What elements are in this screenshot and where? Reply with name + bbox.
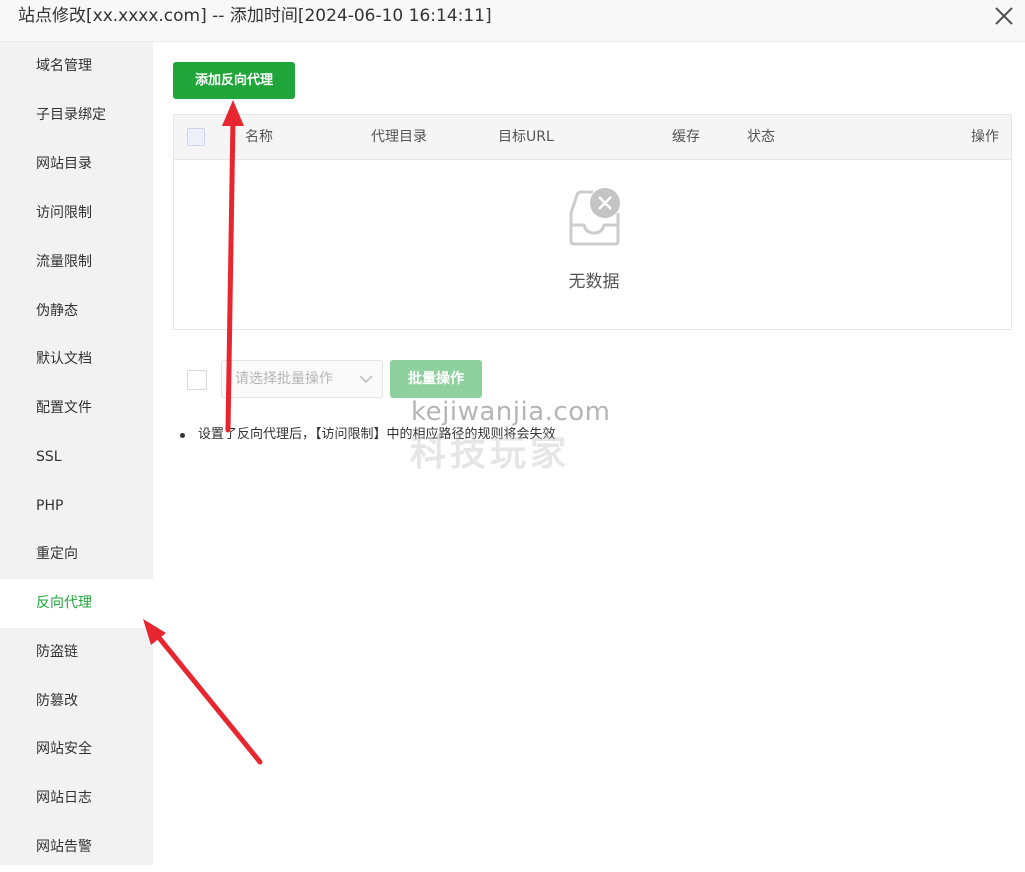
column-header-target-url[interactable]: 目标URL — [498, 115, 554, 160]
sidebar-item-reverse-proxy[interactable]: 反向代理 — [0, 579, 153, 628]
sidebar-item-tamper-proof[interactable]: 防篡改 — [0, 677, 153, 726]
sidebar-item-access-limit[interactable]: 访问限制 — [0, 189, 153, 238]
batch-operation-placeholder: 请选择批量操作 — [235, 371, 333, 387]
sidebar-item-redirect[interactable]: 重定向 — [0, 530, 153, 579]
select-all-checkbox[interactable] — [187, 128, 205, 146]
column-header-status[interactable]: 状态 — [747, 115, 775, 160]
dialog-title: 站点修改[xx.xxxx.com] -- 添加时间[2024-06-10 16:… — [18, 6, 492, 26]
chevron-down-icon — [359, 375, 373, 384]
column-header-proxy-dir[interactable]: 代理目录 — [371, 115, 427, 160]
batch-select-checkbox[interactable] — [187, 370, 207, 390]
close-icon — [995, 7, 1013, 25]
sidebar-item-rewrite[interactable]: 伪静态 — [0, 287, 153, 336]
sidebar-item-default-doc[interactable]: 默认文档 — [0, 335, 153, 384]
sidebar-item-domain[interactable]: 域名管理 — [0, 42, 153, 91]
sidebar-item-ssl[interactable]: SSL — [0, 433, 153, 482]
sidebar-item-hotlink[interactable]: 防盗链 — [0, 628, 153, 677]
sidebar-item-site-security[interactable]: 网站安全 — [0, 725, 153, 774]
sidebar-item-site-directory[interactable]: 网站目录 — [0, 140, 153, 189]
annotation-arrow-diagonal — [143, 619, 263, 765]
proxy-table: 名称 代理目录 目标URL 缓存 状态 操作 无数据 — [173, 114, 1012, 330]
sidebar-item-traffic-limit[interactable]: 流量限制 — [0, 238, 153, 287]
watermark-name: 科技玩家 — [410, 433, 571, 474]
sidebar-item-config-file[interactable]: 配置文件 — [0, 384, 153, 433]
note-bullet — [180, 433, 185, 438]
settings-sidebar: 域名管理 子目录绑定 网站目录 访问限制 流量限制 伪静态 默认文档 配置文件 … — [0, 42, 153, 865]
table-header: 名称 代理目录 目标URL 缓存 状态 操作 — [174, 115, 1011, 160]
empty-state-text: 无数据 — [568, 272, 620, 292]
add-reverse-proxy-button[interactable]: 添加反向代理 — [173, 62, 295, 99]
close-button[interactable] — [992, 4, 1016, 28]
sidebar-item-php[interactable]: PHP — [0, 482, 153, 531]
empty-inbox-icon — [569, 188, 620, 246]
dialog-titlebar: 站点修改[xx.xxxx.com] -- 添加时间[2024-06-10 16:… — [0, 0, 1025, 42]
batch-operation-select[interactable]: 请选择批量操作 — [221, 360, 383, 398]
batch-operation-button[interactable]: 批量操作 — [390, 360, 482, 398]
sidebar-item-site-log[interactable]: 网站日志 — [0, 774, 153, 823]
watermark-url: kejiwanjia.com — [411, 397, 611, 427]
column-header-cache[interactable]: 缓存 — [672, 115, 700, 160]
sidebar-item-subdirectory[interactable]: 子目录绑定 — [0, 91, 153, 140]
column-header-name[interactable]: 名称 — [245, 115, 273, 160]
column-header-actions: 操作 — [971, 129, 999, 145]
